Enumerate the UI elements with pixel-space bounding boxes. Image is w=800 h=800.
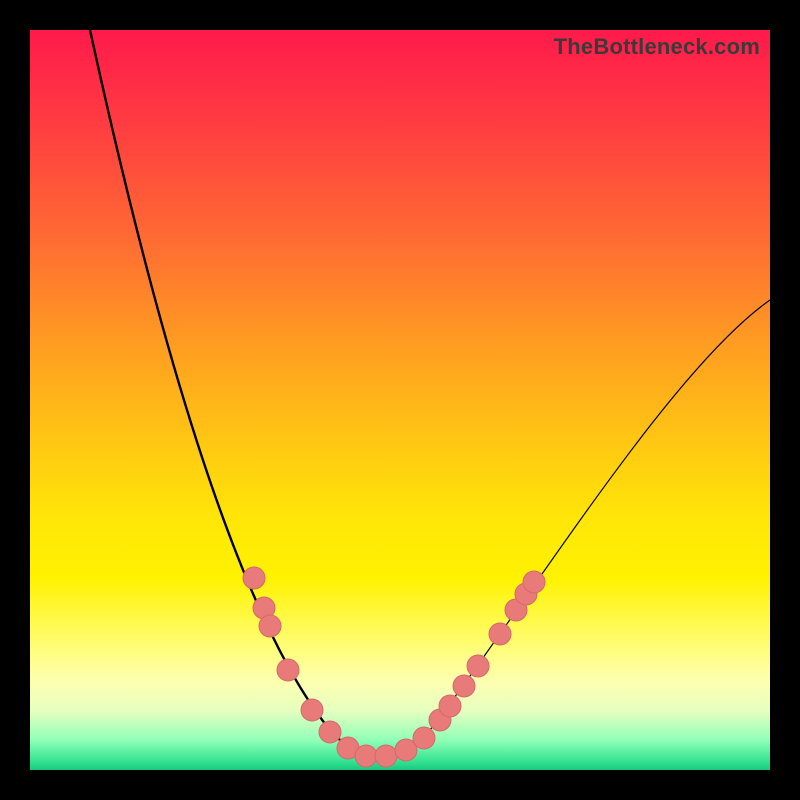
curve-dot	[375, 745, 397, 767]
curve-dot	[489, 623, 511, 645]
curve-dot	[355, 745, 377, 767]
curve-dot	[413, 727, 435, 749]
curve-dots	[243, 567, 545, 767]
curve-dot	[319, 721, 341, 743]
curve-dot	[277, 659, 299, 681]
curve-dot	[439, 695, 461, 717]
curve-dot	[523, 571, 545, 593]
curve-dot	[453, 675, 475, 697]
curve-dot	[467, 655, 489, 677]
curve-dot	[243, 567, 265, 589]
curve-dot	[259, 615, 281, 637]
curve-dot	[301, 699, 323, 721]
chart-plot-area: TheBottleneck.com	[30, 30, 770, 770]
chart-svg	[30, 30, 770, 770]
bottleneck-curve-left	[90, 30, 430, 756]
